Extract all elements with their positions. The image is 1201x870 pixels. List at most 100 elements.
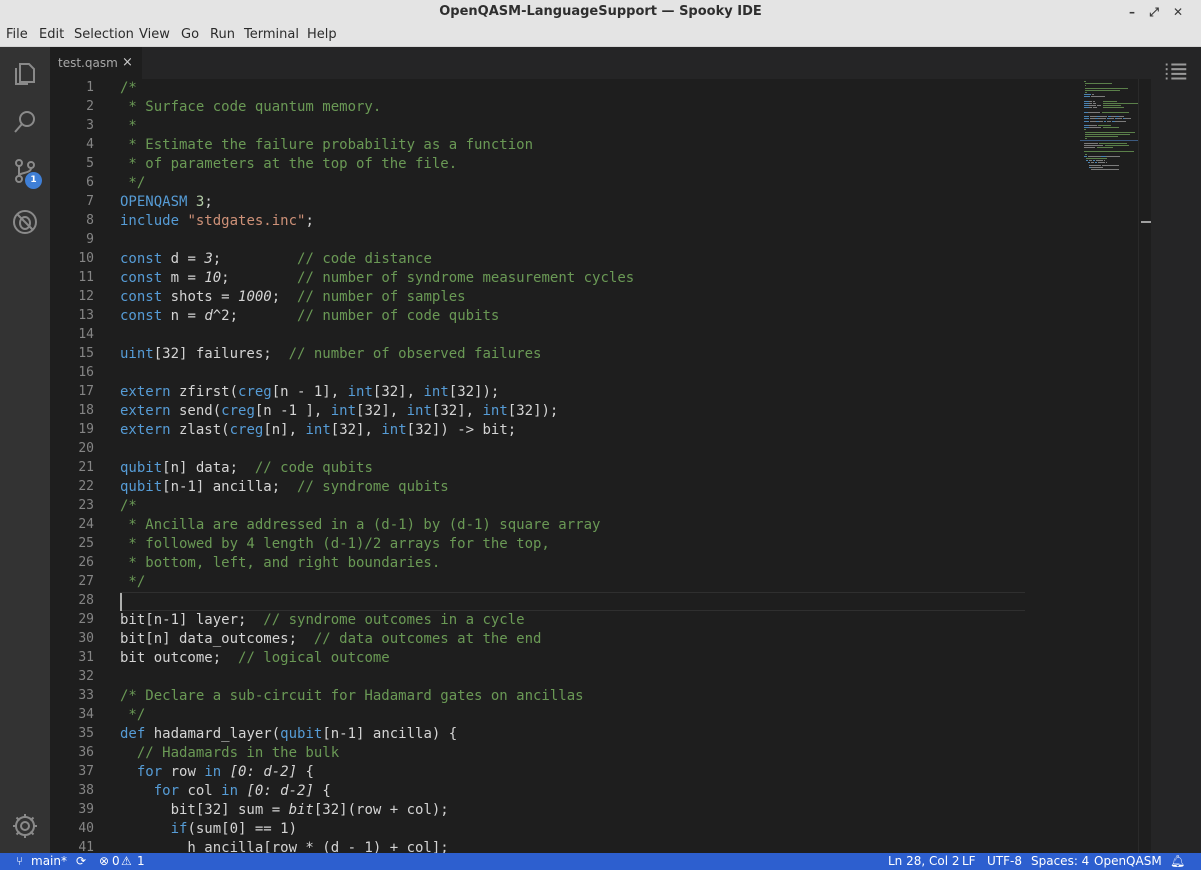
code-line[interactable]: bit[n] data_outcomes; // data outcomes a… xyxy=(120,630,541,649)
explorer-icon[interactable] xyxy=(0,50,50,96)
notifications-bell-icon[interactable]: 🔔︎ xyxy=(1170,854,1185,868)
code-line[interactable]: /* Declare a sub-circuit for Hadamard ga… xyxy=(120,687,584,706)
restore-icon[interactable]: ⤢ xyxy=(1144,2,1164,22)
menu-terminal[interactable]: Terminal xyxy=(244,27,299,42)
code-line[interactable]: * Ancilla are addressed in a (d-1) by (d… xyxy=(120,516,600,535)
code-token: * bottom, left, and right boundaries. xyxy=(120,555,441,571)
code-line[interactable]: * of parameters at the top of the file. xyxy=(120,155,457,174)
minimap-line xyxy=(1089,103,1093,104)
code-line[interactable]: bit[32] sum = bit[32](row + col); xyxy=(120,801,449,820)
indentation-indicator[interactable]: Spaces: 4 xyxy=(1031,854,1089,868)
code-line[interactable]: qubit[n] data; // code qubits xyxy=(120,459,373,478)
minimap-line xyxy=(1093,100,1095,102)
outline-list-icon[interactable] xyxy=(1151,47,1201,97)
code-token: * Ancilla are addressed in a (d-1) by (d… xyxy=(120,517,601,533)
code-token: [32] failures; xyxy=(153,346,289,362)
code-token: for xyxy=(136,764,163,780)
code-line[interactable]: * Estimate the failure probability as a … xyxy=(120,136,533,155)
code-line[interactable]: bit[n-1] layer; // syndrome outcomes in … xyxy=(120,611,525,630)
language-mode[interactable]: OpenQASM xyxy=(1094,854,1162,868)
branch-name[interactable]: main* xyxy=(31,854,67,868)
code-line[interactable]: if(sum[0] == 1) xyxy=(120,820,297,839)
minimap-line xyxy=(1098,125,1111,126)
eol-indicator[interactable]: LF xyxy=(962,854,976,868)
code-line[interactable]: extern send(creg[n -1 ], int[32], int[32… xyxy=(120,402,558,421)
settings-gear-icon[interactable] xyxy=(0,803,50,849)
close-tab-icon[interactable]: × xyxy=(122,47,133,79)
menu-go[interactable]: Go xyxy=(181,27,199,42)
code-line[interactable]: * followed by 4 length (d-1)/2 arrays fo… xyxy=(120,535,549,554)
code-editor[interactable]: 1 2 3 4 5 6 7 8 9 10 11 12 13 14 15 16 17 18 19 20 21 22 23 24 2… xyxy=(50,79,1151,853)
code-line[interactable]: OPENQASM 3; xyxy=(120,193,213,212)
run-debug-icon[interactable] xyxy=(0,199,50,245)
code-line[interactable]: /* xyxy=(120,497,137,516)
warning-count[interactable]: 1 xyxy=(137,854,145,868)
error-icon[interactable]: ⊗ xyxy=(99,854,109,868)
code-token: ^2; xyxy=(212,308,298,324)
menu-view[interactable]: View xyxy=(139,27,170,42)
minimap-line xyxy=(1098,118,1106,120)
minimap-line xyxy=(1084,155,1087,157)
search-icon[interactable] xyxy=(0,99,50,145)
menu-edit[interactable]: Edit xyxy=(39,27,64,42)
code-line[interactable]: const d = 3; // code distance xyxy=(120,250,432,269)
warning-icon[interactable]: ⚠ xyxy=(121,854,132,868)
code-line[interactable]: for col in [0: d-2] { xyxy=(120,782,331,801)
code-line[interactable]: extern zlast(creg[n], int[32], int[32]) … xyxy=(120,421,516,440)
code-token: int xyxy=(347,384,373,400)
minimap-line xyxy=(1084,89,1120,91)
minimize-icon[interactable]: – xyxy=(1122,2,1142,22)
code-line[interactable]: include "stdgates.inc"; xyxy=(120,212,314,231)
error-count[interactable]: 0 xyxy=(112,854,120,868)
code-line[interactable]: */ xyxy=(120,174,145,193)
code-line[interactable]: qubit[n-1] ancilla; // syndrome qubits xyxy=(120,478,449,497)
close-window-icon[interactable]: ✕ xyxy=(1168,2,1188,22)
menu-selection[interactable]: Selection xyxy=(74,27,134,42)
cursor-position[interactable]: Ln 28, Col 2 xyxy=(888,854,960,868)
code-line[interactable]: const n = d^2; // number of code qubits xyxy=(120,307,499,326)
sync-icon[interactable]: ⟳ xyxy=(76,854,86,868)
code-line[interactable]: extern zfirst(creg[n - 1], int[32], int[… xyxy=(120,383,499,402)
menu-file[interactable]: File xyxy=(6,27,28,42)
code-area[interactable]: /* * Surface code quantum memory. * * Es… xyxy=(120,79,1080,853)
code-line[interactable]: bit outcome; // logical outcome xyxy=(120,649,390,668)
code-token: creg xyxy=(229,422,264,438)
code-line[interactable]: for row in [0: d-2] { xyxy=(120,763,314,782)
code-line[interactable]: // Hadamards in the bulk xyxy=(120,744,339,763)
minimap-line xyxy=(1100,116,1108,118)
tab-test-qasm[interactable]: test.qasm × xyxy=(50,47,142,79)
minimap-line xyxy=(1084,105,1089,107)
code-line[interactable]: const shots = 1000; // number of samples xyxy=(120,288,466,307)
minimap-line xyxy=(1099,142,1128,144)
code-token: ; xyxy=(204,194,213,210)
line-number: 37 xyxy=(78,764,94,779)
line-number: 9 xyxy=(86,232,94,247)
code-line[interactable]: */ xyxy=(120,706,145,725)
code-line[interactable]: * xyxy=(120,117,136,136)
code-line[interactable]: uint[32] failures; // number of observed… xyxy=(120,345,541,364)
code-token: int xyxy=(305,422,331,438)
encoding-indicator[interactable]: UTF-8 xyxy=(987,854,1022,868)
code-line[interactable]: * bottom, left, and right boundaries. xyxy=(120,554,440,573)
minimap-line xyxy=(1119,116,1125,118)
code-line[interactable]: /* xyxy=(120,79,137,98)
git-branch-icon[interactable]: ⑂ xyxy=(16,854,23,868)
code-line[interactable]: def hadamard_layer(qubit[n-1] ancilla) { xyxy=(120,725,457,744)
minimap-line xyxy=(1102,111,1129,113)
minimap-line xyxy=(1094,162,1097,164)
code-line[interactable]: h ancilla[row * (d - 1) + col]; xyxy=(120,839,448,853)
code-token: // syndrome qubits xyxy=(297,479,449,495)
menu-run[interactable]: Run xyxy=(210,27,235,42)
code-token: */ xyxy=(120,574,146,590)
code-line[interactable]: * Surface code quantum memory. xyxy=(120,98,381,117)
code-line[interactable]: const m = 10; // number of syndrome meas… xyxy=(120,269,634,288)
code-line[interactable]: */ xyxy=(120,573,145,592)
editor-scrollbar[interactable] xyxy=(1138,79,1151,853)
source-control-icon[interactable]: 1 xyxy=(0,148,50,194)
line-number: 21 xyxy=(78,460,94,475)
code-token: bit outcome; xyxy=(120,650,239,666)
code-token: extern xyxy=(120,384,171,400)
minimap-line xyxy=(1093,107,1097,109)
menu-help[interactable]: Help xyxy=(307,27,337,42)
